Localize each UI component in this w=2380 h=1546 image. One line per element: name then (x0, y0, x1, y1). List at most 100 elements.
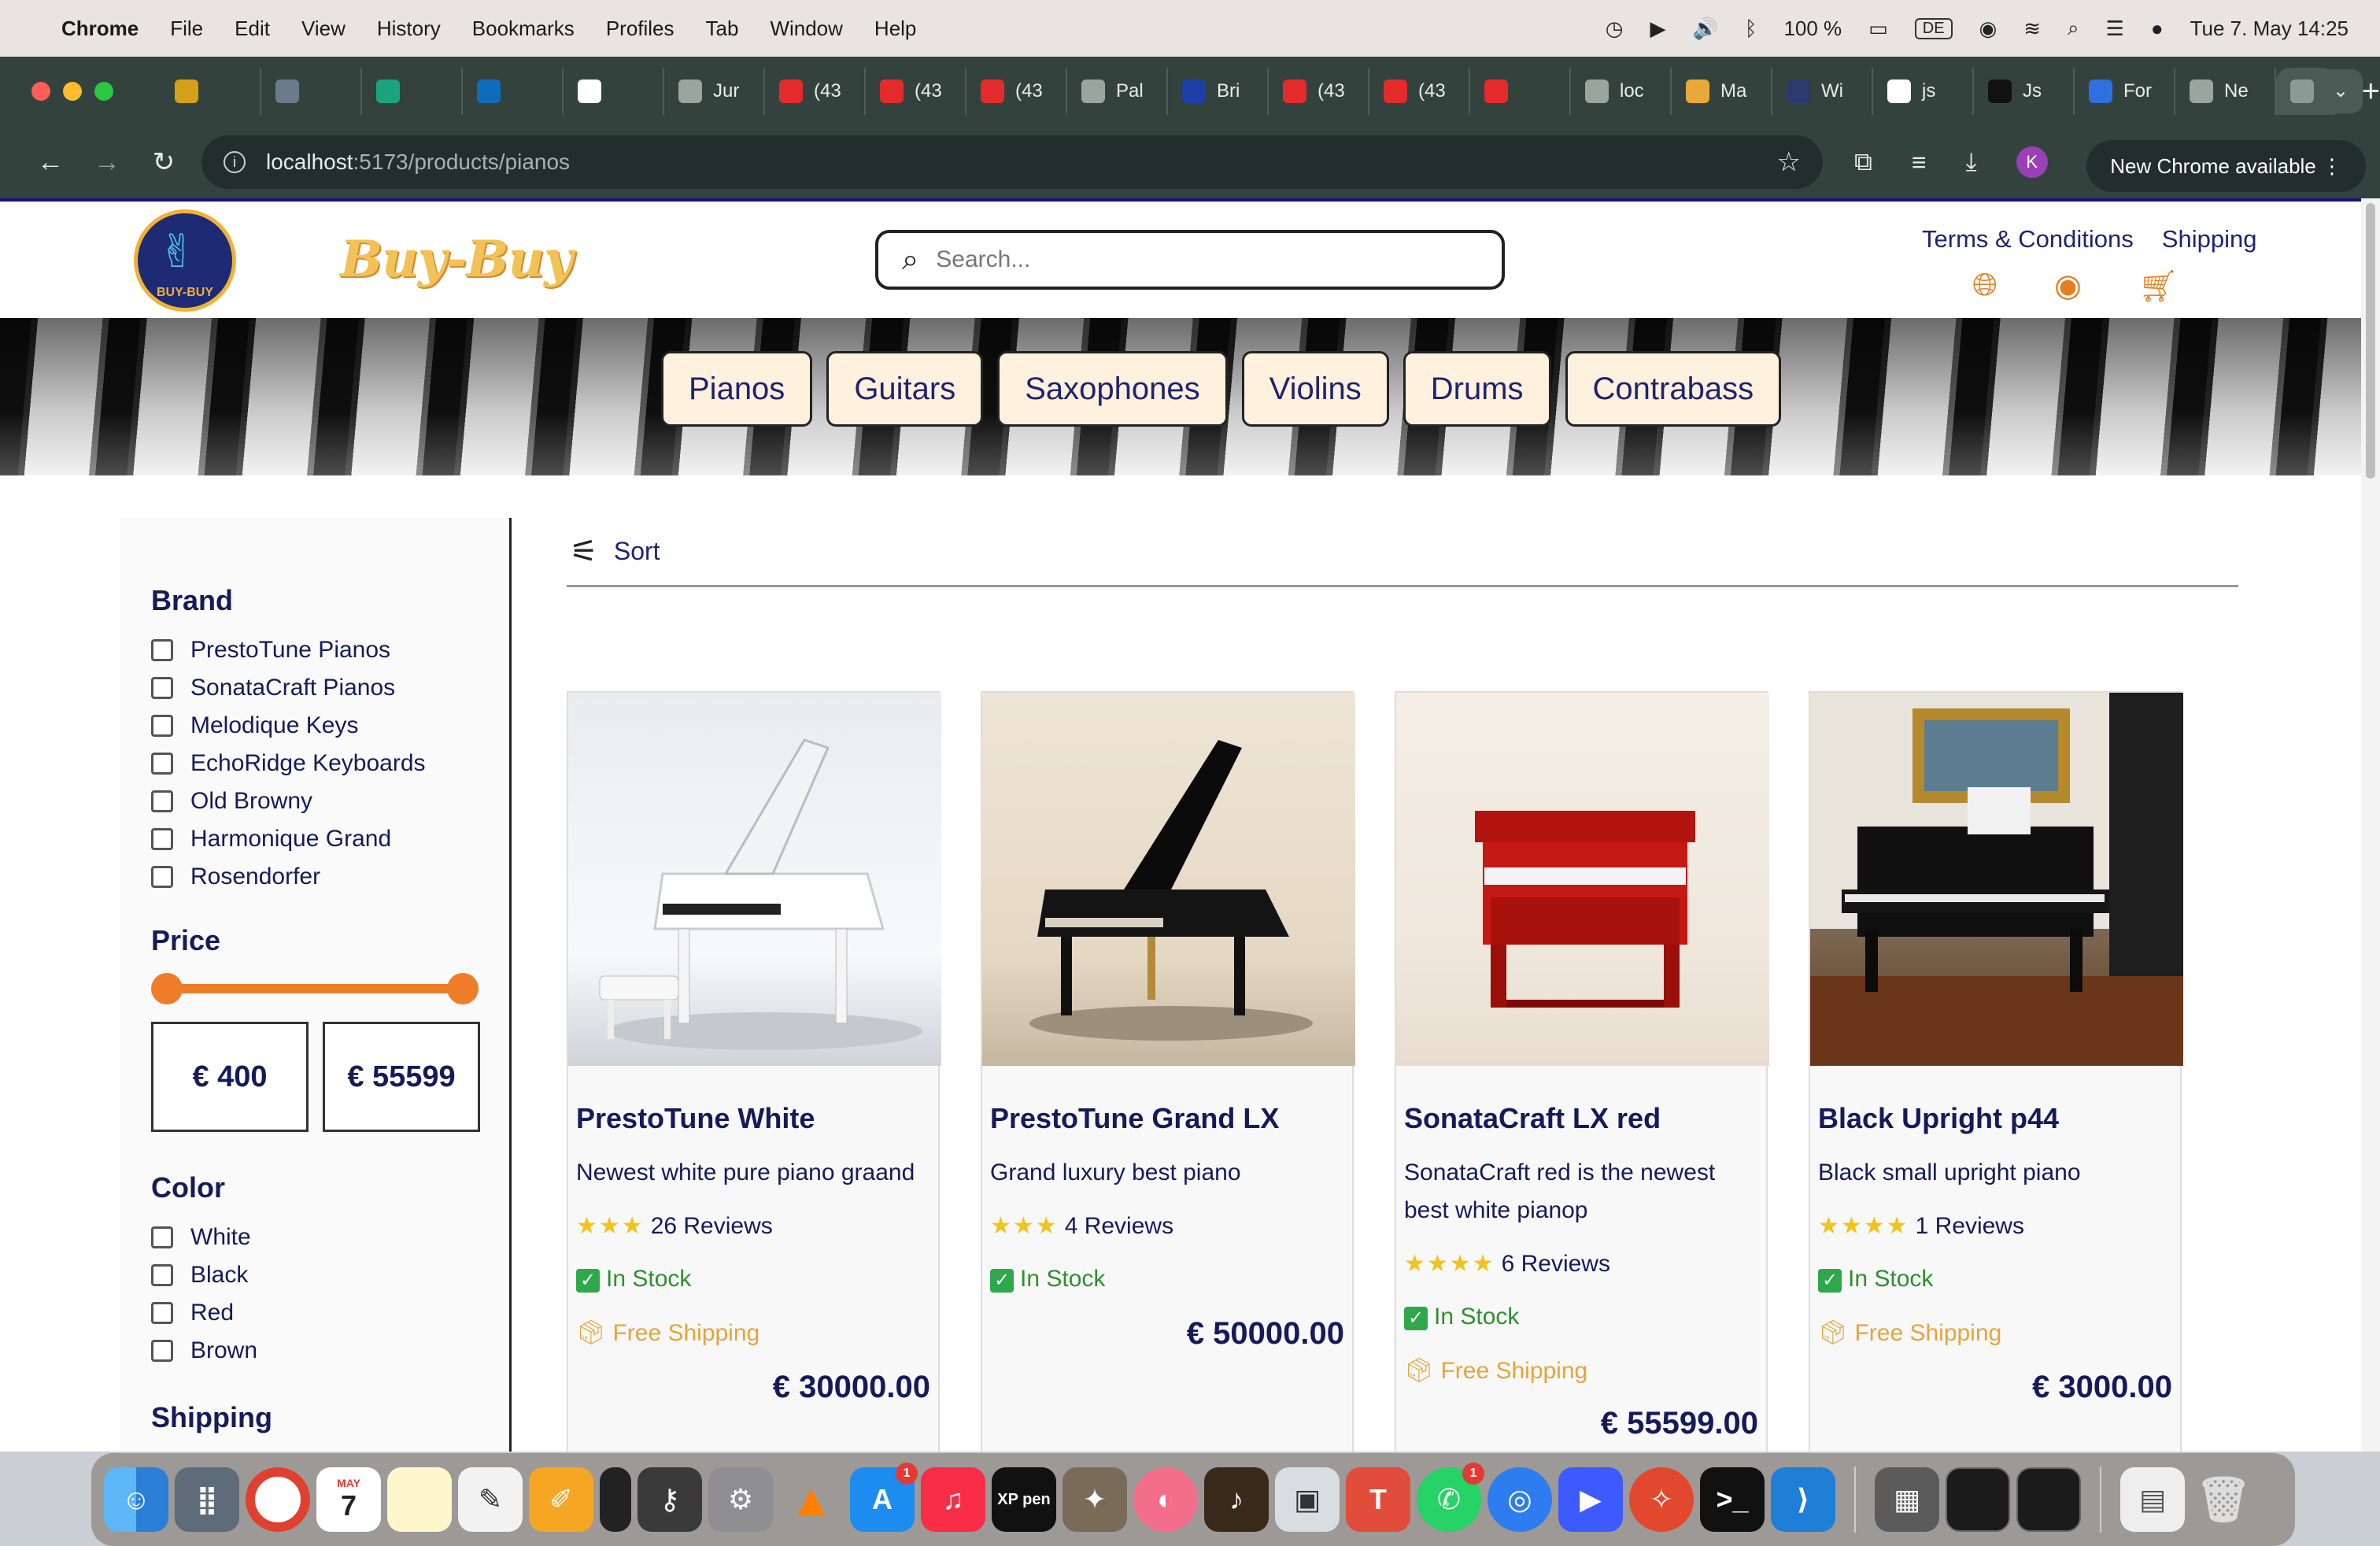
product-card[interactable]: PrestoTune Grand LX Grand luxury best pi… (981, 691, 1355, 1452)
color-checkbox[interactable]: Black (151, 1256, 509, 1294)
music-icon[interactable]: ♫ (921, 1467, 985, 1532)
product-title[interactable]: Black Upright p44 (1818, 1102, 2059, 1135)
minimize-window-button[interactable] (63, 82, 82, 101)
brand-checkbox[interactable]: Rosendorfer (151, 858, 509, 896)
chrome-icon[interactable] (246, 1467, 310, 1532)
checkbox-box[interactable] (151, 753, 173, 775)
sort-button[interactable]: Sort (614, 537, 660, 566)
browser-tab[interactable]: Ma (1672, 68, 1772, 115)
brand-checkbox[interactable]: Harmonique Grand (151, 820, 509, 858)
product-card[interactable]: PrestoTune White Newest white pure piano… (567, 691, 941, 1452)
zoom-window-button[interactable] (94, 82, 113, 101)
checkbox-box[interactable] (151, 1264, 173, 1286)
tab-search-menu-button[interactable]: ⌄ (2319, 69, 2363, 113)
textedit-icon[interactable]: ✎ (458, 1467, 523, 1532)
site-logo[interactable]: ✌ BUY-BUY (134, 209, 236, 312)
review-count[interactable]: 1 Reviews (1916, 1213, 2024, 1239)
terms-link[interactable]: Terms & Conditions (1922, 225, 2134, 253)
gimp-icon[interactable]: ✦ (1062, 1467, 1127, 1532)
checkbox-box[interactable] (151, 866, 173, 888)
product-image[interactable] (1396, 693, 1769, 1066)
vscode-icon[interactable]: ⟩ (1771, 1467, 1835, 1532)
product-image[interactable] (568, 693, 941, 1066)
checkbox-box[interactable] (151, 639, 173, 661)
review-count[interactable]: 4 Reviews (1065, 1213, 1173, 1239)
price-max-field[interactable]: € 55599 (323, 1022, 480, 1132)
calendar-icon[interactable]: MAY 7 (316, 1467, 381, 1532)
browser-tab[interactable]: Pal (1067, 68, 1168, 115)
browser-tab[interactable]: For (2075, 68, 2175, 115)
product-image[interactable] (982, 693, 1355, 1066)
browser-tab[interactable]: Wi (1772, 68, 1873, 115)
infuse-icon[interactable]: ▶ (1558, 1467, 1623, 1532)
reading-list-icon[interactable]: ≡ (1912, 148, 1927, 177)
siri-icon[interactable]: ● (2151, 17, 2164, 41)
browser-tab[interactable]: (43 (866, 68, 966, 115)
user-account-icon[interactable]: ◉ (1979, 17, 1998, 41)
category-violins[interactable]: Violins (1241, 351, 1389, 427)
battery-icon[interactable]: ▭ (1868, 17, 1888, 41)
pages-icon[interactable]: ✐ (529, 1467, 593, 1532)
volume-icon[interactable]: 🔊 (1692, 17, 1717, 41)
review-count[interactable]: 6 Reviews (1502, 1251, 1610, 1277)
close-window-button[interactable] (31, 82, 50, 101)
scrollbar-thumb[interactable] (2366, 203, 2375, 479)
price-range-slider[interactable] (151, 973, 479, 1004)
category-guitars[interactable]: Guitars (826, 351, 984, 427)
trash-icon[interactable]: 🗑︎ (2191, 1467, 2256, 1532)
browser-tab[interactable] (362, 68, 463, 115)
menu-edit[interactable]: Edit (235, 17, 270, 41)
bluetooth-icon[interactable]: ᛒ (1745, 17, 1757, 41)
downloads-stack-icon[interactable]: ▤ (2120, 1467, 2185, 1532)
checkbox-box[interactable] (151, 1226, 173, 1248)
price-min-handle[interactable] (151, 973, 183, 1004)
brand-checkbox[interactable]: Old Browny (151, 782, 509, 820)
quicktime-icon[interactable]: ◎ (1488, 1467, 1552, 1532)
menu-view[interactable]: View (301, 17, 346, 41)
category-drums[interactable]: Drums (1402, 351, 1551, 427)
category-saxophones[interactable]: Saxophones (997, 351, 1228, 427)
menu-history[interactable]: History (377, 17, 441, 41)
vlc-icon[interactable]: ▲ (779, 1467, 844, 1532)
globe-icon[interactable]: 🌐︎ (1972, 268, 1998, 305)
menu-file[interactable]: File (170, 17, 203, 41)
color-checkbox[interactable]: White (151, 1219, 509, 1256)
browser-tab[interactable]: (43 (765, 68, 866, 115)
review-count[interactable]: 26 Reviews (651, 1213, 773, 1239)
browser-tab[interactable]: (43 (1369, 68, 1470, 115)
browser-tab[interactable]: Js (1974, 68, 2075, 115)
checkbox-box[interactable] (151, 790, 173, 812)
extensions-icon[interactable]: ⧉ (1854, 147, 1872, 177)
browser-tab[interactable] (261, 68, 362, 115)
input-source-indicator[interactable]: DE (1914, 17, 1953, 39)
address-bar[interactable]: i localhost :5173/products/pianos ☆ (201, 135, 1823, 189)
browser-tab[interactable] (564, 68, 664, 115)
checkbox-box[interactable] (151, 828, 173, 850)
finder-icon[interactable]: ☺ (104, 1467, 168, 1532)
safari-icon[interactable]: ✧ (1629, 1467, 1694, 1532)
profile-avatar[interactable]: K (2016, 146, 2048, 178)
product-title[interactable]: PrestoTune White (576, 1102, 815, 1135)
cart-icon[interactable]: 🛒︎ (2138, 268, 2179, 305)
back-arrow-icon[interactable]: ← (22, 147, 79, 178)
new-tab-button[interactable]: + (2362, 74, 2380, 109)
product-title[interactable]: SonataCraft LX red (1404, 1102, 1661, 1135)
notes-icon[interactable] (387, 1467, 452, 1532)
exec-window-1-icon[interactable] (1946, 1467, 2010, 1532)
control-center-icon[interactable]: ☰ (2106, 17, 2124, 41)
category-pianos[interactable]: Pianos (661, 351, 813, 427)
preview-icon[interactable]: ▣ (1275, 1467, 1340, 1532)
site-wordmark[interactable]: Buy-Buy (340, 230, 573, 289)
garageband-icon[interactable]: ♪ (1204, 1467, 1269, 1532)
reload-icon[interactable]: ↻ (135, 146, 192, 178)
shipping-link[interactable]: Shipping (2162, 225, 2257, 253)
new-chrome-available-button[interactable]: New Chrome available ⋮ (2086, 140, 2366, 192)
browser-tab[interactable]: (43 (966, 68, 1067, 115)
checkbox-box[interactable] (151, 677, 173, 699)
menu-bookmarks[interactable]: Bookmarks (472, 17, 575, 41)
color-checkbox[interactable]: Brown (151, 1332, 509, 1370)
site-info-icon[interactable]: i (224, 151, 246, 173)
exec-window-2-icon[interactable] (2016, 1467, 2081, 1532)
menu-help[interactable]: Help (874, 17, 916, 41)
brand-checkbox[interactable]: SonataCraft Pianos (151, 669, 509, 707)
